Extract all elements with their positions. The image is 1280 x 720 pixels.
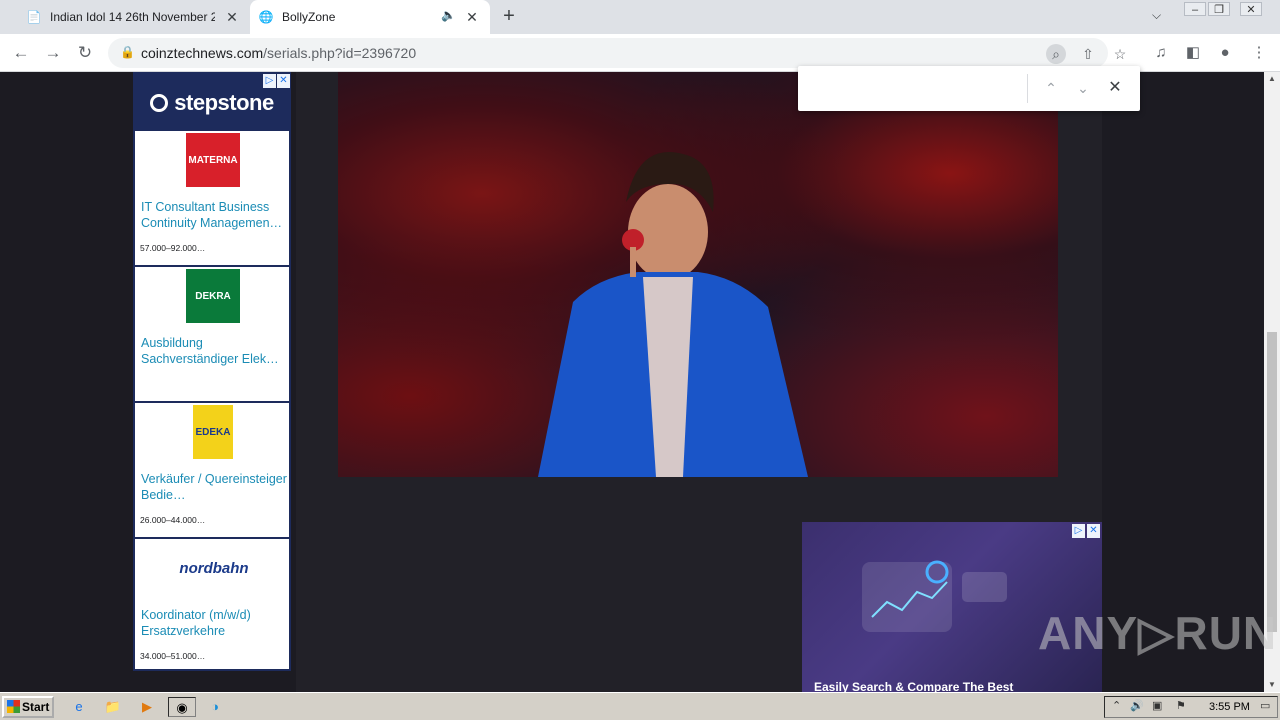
- find-previous-icon[interactable]: ⌃: [1040, 77, 1062, 99]
- page-favicon-icon: 📄: [26, 10, 42, 24]
- tray-chevron-icon[interactable]: ⌃: [1112, 699, 1121, 712]
- anyrun-watermark: ANY▷RUN: [1038, 607, 1278, 659]
- ad-brand-name: stepstone: [174, 89, 274, 115]
- ad-close-icon[interactable]: ✕: [1087, 524, 1100, 538]
- find-in-page-icon[interactable]: ⌕: [1046, 44, 1066, 64]
- chrome-icon[interactable]: ◉: [168, 697, 196, 717]
- job-salary: 26.000–44.000…: [140, 515, 206, 525]
- find-divider: [1027, 74, 1028, 103]
- window-close-button[interactable]: ✕: [1240, 2, 1262, 16]
- job-title[interactable]: IT Consultant Business Continuity Manage…: [141, 199, 289, 231]
- share-icon[interactable]: ⇧: [1078, 44, 1098, 64]
- internet-explorer-icon[interactable]: e: [68, 697, 90, 717]
- tab-strip: 📄 Indian Idol 14 26th November 2023 · ✕ …: [0, 0, 1280, 34]
- job-salary: 34.000–51.000…: [140, 651, 206, 661]
- audio-playing-icon[interactable]: 🔈: [441, 8, 456, 22]
- job-list: MATERNA IT Consultant Business Continuit…: [135, 131, 289, 675]
- reload-icon[interactable]: ↻: [74, 42, 96, 64]
- job-listing[interactable]: nordbahn Koordinator (m/w/d) Ersatzverke…: [135, 539, 289, 675]
- job-title[interactable]: Koordinator (m/w/d) Ersatzverkehre: [141, 607, 289, 639]
- lock-icon[interactable]: 🔒: [120, 45, 135, 59]
- job-listing[interactable]: DEKRA Ausbildung Sachverständiger Elek…: [135, 267, 289, 403]
- job-title[interactable]: Ausbildung Sachverständiger Elek…: [141, 335, 289, 367]
- url-path: /serials.php?id=2396720: [263, 45, 417, 61]
- close-tab-icon[interactable]: ✕: [464, 9, 480, 25]
- media-player-icon[interactable]: ▶: [136, 697, 158, 717]
- tab-indian-idol[interactable]: 📄 Indian Idol 14 26th November 2023 · ✕: [18, 0, 250, 34]
- folder-icon[interactable]: 📁: [102, 697, 124, 717]
- windows-taskbar: Start e 📁 ▶ ◉ ◑ ⌃ 🔊 ▣ ⚑ 3:55 PM ▭: [0, 692, 1280, 720]
- scroll-up-icon[interactable]: ▲: [1264, 72, 1280, 86]
- find-next-icon[interactable]: ⌄: [1072, 77, 1094, 99]
- close-tab-icon[interactable]: ✕: [224, 9, 240, 25]
- tab-title: BollyZone: [282, 10, 336, 24]
- find-close-icon[interactable]: ✕: [1104, 77, 1126, 99]
- show-desktop-icon[interactable]: ▭: [1260, 699, 1270, 712]
- materna-logo: MATERNA: [186, 133, 240, 187]
- stepstone-ad[interactable]: stepstone ▷ ✕ MATERNA IT Consultant Busi…: [133, 72, 291, 671]
- windows-logo-icon: [7, 700, 20, 713]
- performer-figure: [538, 152, 808, 477]
- find-input[interactable]: [808, 74, 1023, 102]
- side-panel-icon[interactable]: ◧: [1182, 42, 1204, 64]
- scroll-down-icon[interactable]: ▼: [1264, 678, 1280, 692]
- tab-search-chevron-icon[interactable]: ⌵: [1152, 8, 1161, 23]
- job-listing[interactable]: EDEKA Verkäufer / Quereinsteiger Bedie… …: [135, 403, 289, 539]
- ad-caption: Easily Search & Compare The Best: [814, 680, 1014, 692]
- start-label: Start: [22, 700, 50, 714]
- edeka-logo: EDEKA: [193, 405, 233, 459]
- vertical-scrollbar[interactable]: ▲ ▼: [1264, 72, 1280, 692]
- url-text[interactable]: coinztechnews.com/serials.php?id=2396720: [141, 45, 416, 61]
- new-tab-button[interactable]: +: [498, 5, 520, 27]
- job-title[interactable]: Verkäufer / Quereinsteiger Bedie…: [141, 471, 289, 503]
- action-center-flag-icon[interactable]: ⚑: [1176, 699, 1186, 712]
- bookmark-star-icon[interactable]: ☆: [1110, 44, 1130, 64]
- hero-image[interactable]: [338, 72, 1058, 477]
- scroll-thumb[interactable]: [1267, 332, 1277, 632]
- start-button[interactable]: Start: [2, 696, 54, 718]
- tab-title: Indian Idol 14 26th November 2023 ·: [50, 10, 215, 24]
- forward-arrow-icon[interactable]: →: [42, 42, 64, 64]
- ad-close-icon[interactable]: ✕: [277, 74, 290, 88]
- url-host: coinztechnews.com: [141, 45, 264, 61]
- media-controls-icon[interactable]: ♫: [1150, 42, 1172, 64]
- dekra-logo: DEKRA: [186, 269, 240, 323]
- tab-bollyzone[interactable]: 🌐 BollyZone 🔈 ✕: [250, 0, 490, 34]
- restore-button[interactable]: ❐: [1208, 2, 1230, 16]
- taskbar-clock[interactable]: 3:55 PM: [1209, 701, 1250, 713]
- nordbahn-logo: nordbahn: [179, 559, 249, 577]
- volume-icon[interactable]: 🔊: [1130, 699, 1144, 712]
- find-bar: ⌃ ⌄ ✕: [798, 66, 1140, 111]
- address-bar[interactable]: 🔒 coinztechnews.com/serials.php?id=23967…: [108, 38, 1126, 68]
- back-arrow-icon[interactable]: ←: [10, 42, 32, 64]
- adchoices-icon[interactable]: ▷: [1072, 524, 1085, 538]
- minimize-button[interactable]: –: [1184, 2, 1206, 16]
- globe-icon: 🌐: [258, 10, 274, 24]
- page-content: stepstone ▷ ✕ MATERNA IT Consultant Busi…: [0, 72, 1264, 692]
- job-salary: 57.000–92.000…: [140, 243, 206, 253]
- menu-kebab-icon[interactable]: ⋮: [1248, 42, 1270, 64]
- adchoices-icon[interactable]: ▷: [263, 74, 276, 88]
- edge-icon[interactable]: ◑: [204, 697, 226, 717]
- network-icon[interactable]: ▣: [1152, 699, 1162, 712]
- stepstone-logo-icon: [150, 93, 169, 112]
- profile-avatar-icon[interactable]: ●: [1214, 42, 1236, 64]
- job-listing[interactable]: MATERNA IT Consultant Business Continuit…: [135, 131, 289, 267]
